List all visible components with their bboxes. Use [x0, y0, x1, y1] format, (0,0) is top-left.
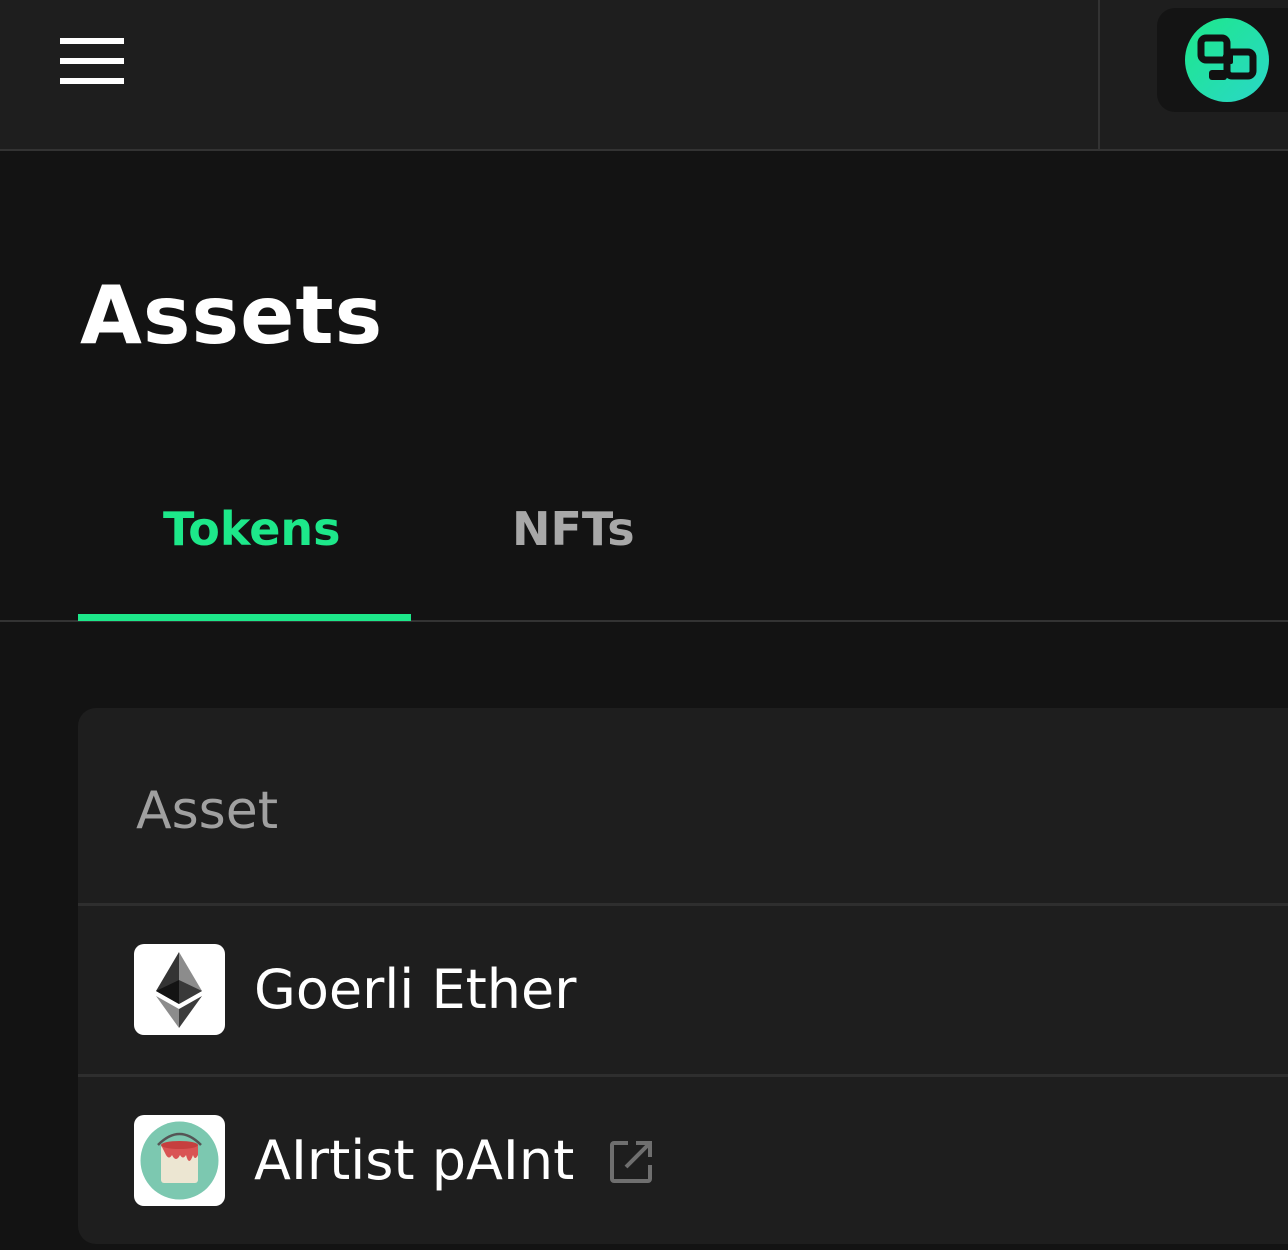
app-logo-icon	[1185, 18, 1269, 102]
hamburger-menu-icon[interactable]	[60, 38, 124, 84]
tab-tokens[interactable]: Tokens	[163, 500, 341, 558]
page-title: Assets	[80, 269, 384, 362]
token-name: Goerli Ether	[254, 958, 577, 1021]
tab-nfts[interactable]: NFTs	[512, 500, 635, 558]
paint-bucket-icon	[134, 1115, 225, 1206]
column-header-asset: Asset	[136, 781, 279, 841]
ethereum-icon	[134, 944, 225, 1035]
table-row[interactable]: Goerli Ether	[78, 906, 1288, 1074]
logo-button[interactable]	[1157, 8, 1288, 112]
active-tab-indicator	[78, 614, 411, 621]
table-row[interactable]: AIrtist pAInt	[78, 1077, 1288, 1244]
external-link-icon[interactable]	[608, 1139, 654, 1185]
header-divider	[1098, 0, 1100, 151]
top-bar	[0, 0, 1288, 151]
assets-table: Asset Goerli Ether AIrtist pAInt	[78, 708, 1288, 1244]
token-name: AIrtist pAInt	[254, 1129, 575, 1192]
